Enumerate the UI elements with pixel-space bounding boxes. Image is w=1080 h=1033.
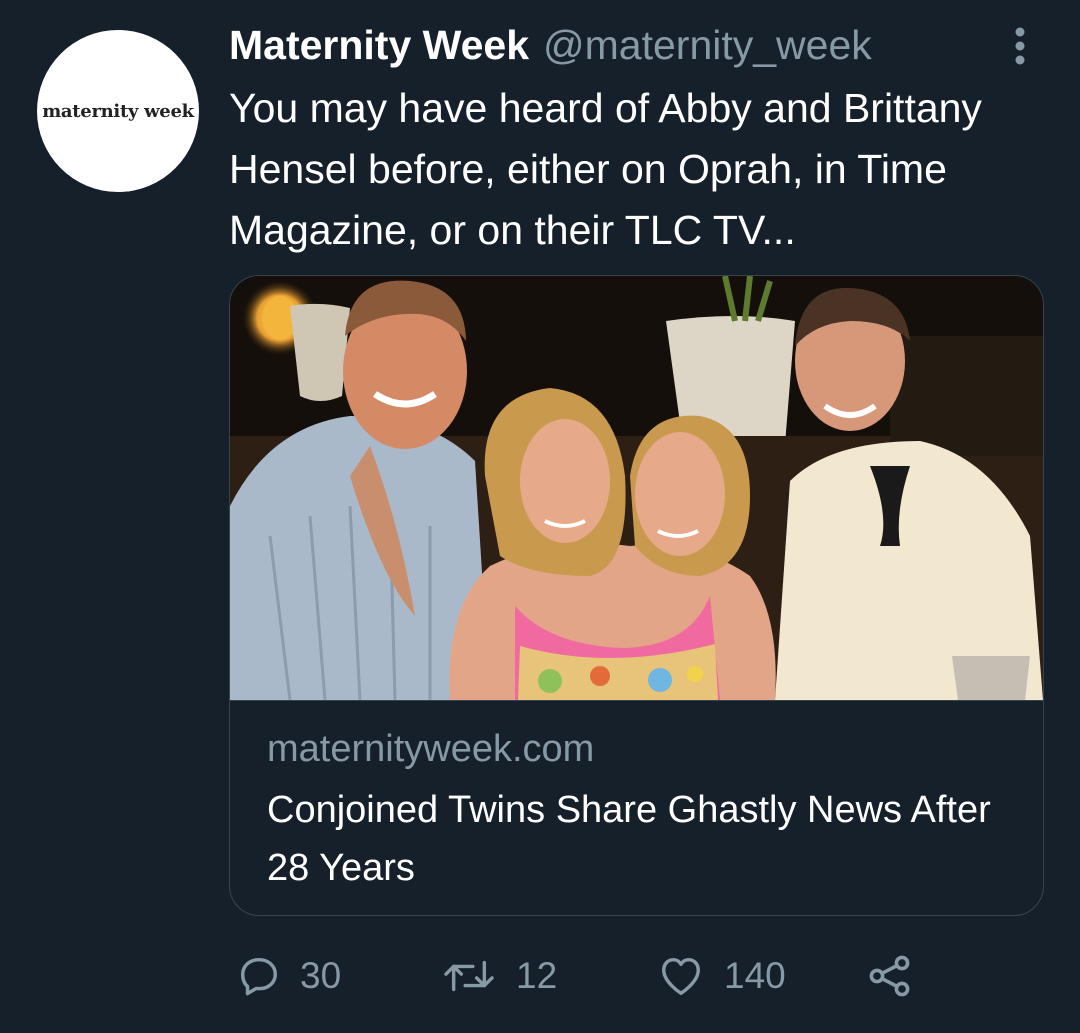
more-vertical-icon: [1014, 26, 1026, 66]
display-name[interactable]: Maternity Week: [229, 22, 529, 69]
reply-count: 30: [300, 955, 342, 996]
tweet[interactable]: maternity week Maternity Week @maternity…: [0, 0, 1080, 1033]
tweet-actions: 30 12 140: [0, 950, 1080, 1002]
card-domain: maternityweek.com: [267, 728, 595, 770]
avatar-logo-text: maternity week: [42, 100, 194, 122]
retweet-button[interactable]: 12: [440, 950, 557, 1002]
retweet-count: 12: [516, 955, 558, 996]
like-button[interactable]: 140: [656, 950, 786, 1002]
reply-button[interactable]: 30: [236, 950, 341, 1002]
reply-icon: [236, 953, 282, 999]
share-icon: [866, 952, 914, 1000]
retweet-icon: [440, 953, 498, 999]
tweet-text: You may have heard of Abby and Brittany …: [229, 85, 982, 253]
link-card[interactable]: maternityweek.com Conjoined Twins Share …: [229, 275, 1044, 916]
card-title: Conjoined Twins Share Ghastly News After…: [267, 789, 991, 889]
share-button[interactable]: [866, 950, 914, 1002]
more-options-button[interactable]: [1004, 26, 1036, 66]
avatar[interactable]: maternity week: [37, 30, 199, 192]
user-handle[interactable]: @maternity_week: [543, 22, 872, 69]
card-image[interactable]: [230, 276, 1043, 701]
like-count: 140: [724, 955, 786, 996]
heart-icon: [656, 953, 706, 999]
tweet-header: Maternity Week @maternity_week: [229, 22, 872, 74]
